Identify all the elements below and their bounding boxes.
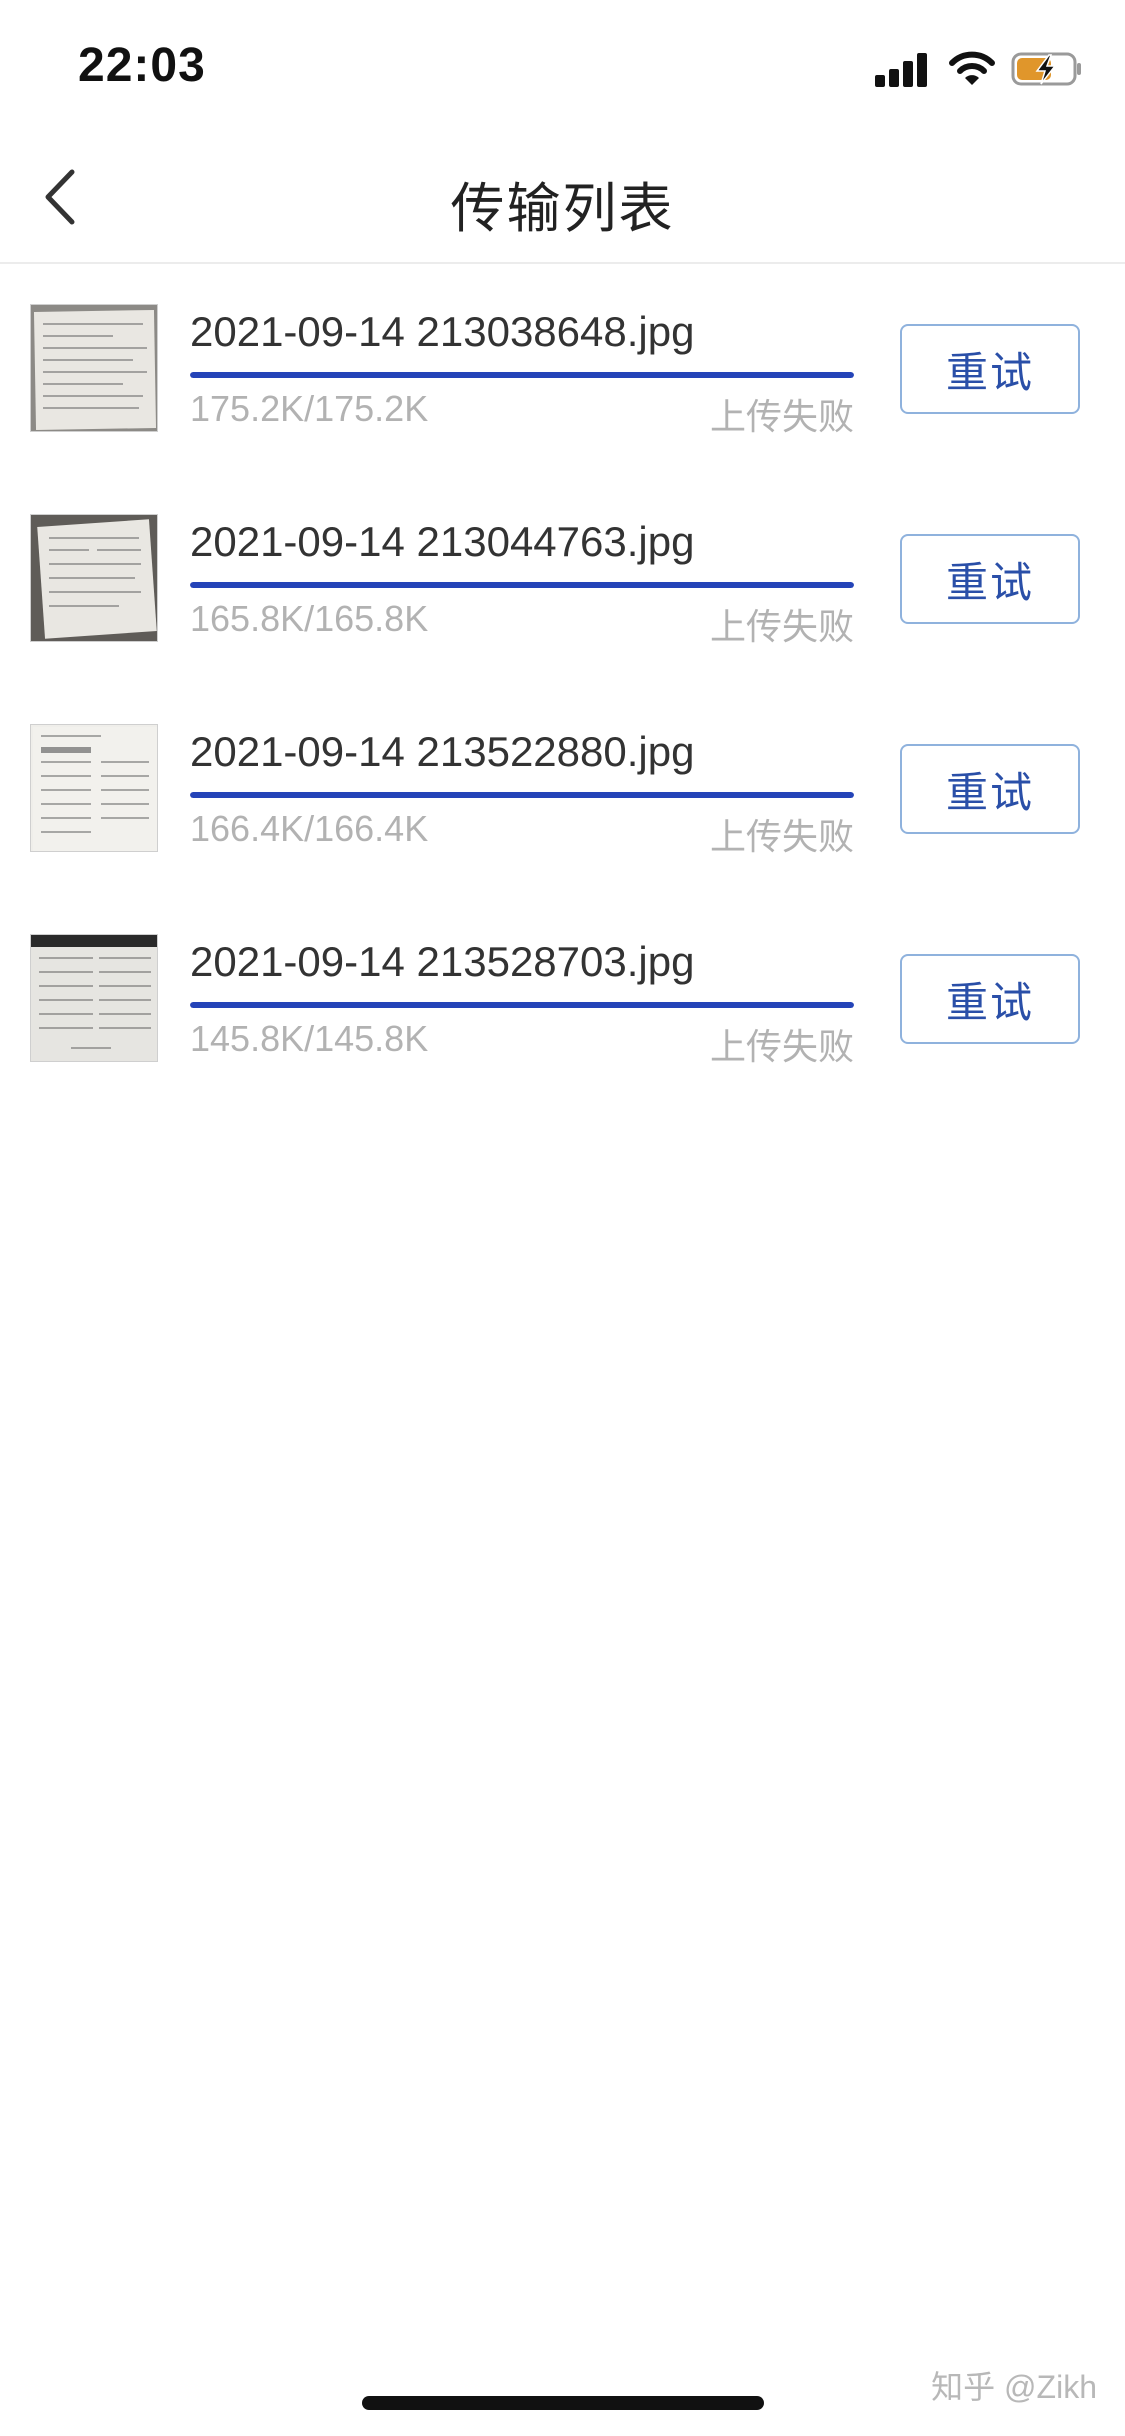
file-size: 145.8K/145.8K	[190, 1018, 429, 1059]
cellular-signal-icon	[875, 51, 929, 87]
transfer-item: 2021-09-14 213522880.jpg 166.4K/166.4K 上…	[0, 684, 1125, 894]
retry-button[interactable]: 重试	[900, 744, 1080, 834]
transfer-list: 2021-09-14 213038648.jpg 175.2K/175.2K 上…	[0, 264, 1125, 1104]
watermark: 知乎 @Zikh	[931, 2369, 1097, 2405]
file-thumbnail	[30, 724, 158, 852]
transfer-item: 2021-09-14 213528703.jpg 145.8K/145.8K 上…	[0, 894, 1125, 1104]
progress-fill	[190, 792, 854, 798]
progress-bar	[190, 582, 854, 588]
file-thumbnail	[30, 514, 158, 642]
battery-charging-icon	[1011, 52, 1081, 86]
retry-button[interactable]: 重试	[900, 534, 1080, 624]
upload-status: 上传失败	[709, 1026, 854, 1067]
transfer-item: 2021-09-14 213044763.jpg 165.8K/165.8K 上…	[0, 474, 1125, 684]
file-size: 165.8K/165.8K	[190, 598, 429, 639]
progress-fill	[190, 372, 854, 378]
upload-status: 上传失败	[709, 606, 854, 647]
progress-bar	[190, 1002, 854, 1008]
upload-status: 上传失败	[709, 396, 854, 437]
progress-bar	[190, 792, 854, 798]
progress-fill	[190, 1002, 854, 1008]
file-name: 2021-09-14 213038648.jpg	[190, 308, 695, 355]
file-name: 2021-09-14 213528703.jpg	[190, 938, 695, 985]
file-thumbnail	[30, 304, 158, 432]
nav-bar: 传输列表	[0, 132, 1125, 264]
progress-bar	[190, 372, 854, 378]
page-title: 传输列表	[450, 179, 675, 239]
transfer-item: 2021-09-14 213038648.jpg 175.2K/175.2K 上…	[0, 264, 1125, 474]
status-bar: 22:03	[0, 0, 1125, 132]
status-time: 22:03	[78, 39, 206, 92]
home-indicator[interactable]	[362, 2396, 764, 2410]
upload-status: 上传失败	[709, 816, 854, 857]
file-name: 2021-09-14 213044763.jpg	[190, 518, 695, 565]
screen: 22:03 传输列表 2021-09-14 213038648.jpg 175.…	[0, 0, 1125, 2436]
file-name: 2021-09-14 213522880.jpg	[190, 728, 695, 775]
file-thumbnail	[30, 934, 158, 1062]
wifi-icon	[949, 51, 995, 85]
retry-button[interactable]: 重试	[900, 954, 1080, 1044]
progress-fill	[190, 582, 854, 588]
file-size: 166.4K/166.4K	[190, 808, 429, 849]
file-size: 175.2K/175.2K	[190, 388, 429, 429]
retry-button[interactable]: 重试	[900, 324, 1080, 414]
status-icons	[875, 48, 1083, 90]
